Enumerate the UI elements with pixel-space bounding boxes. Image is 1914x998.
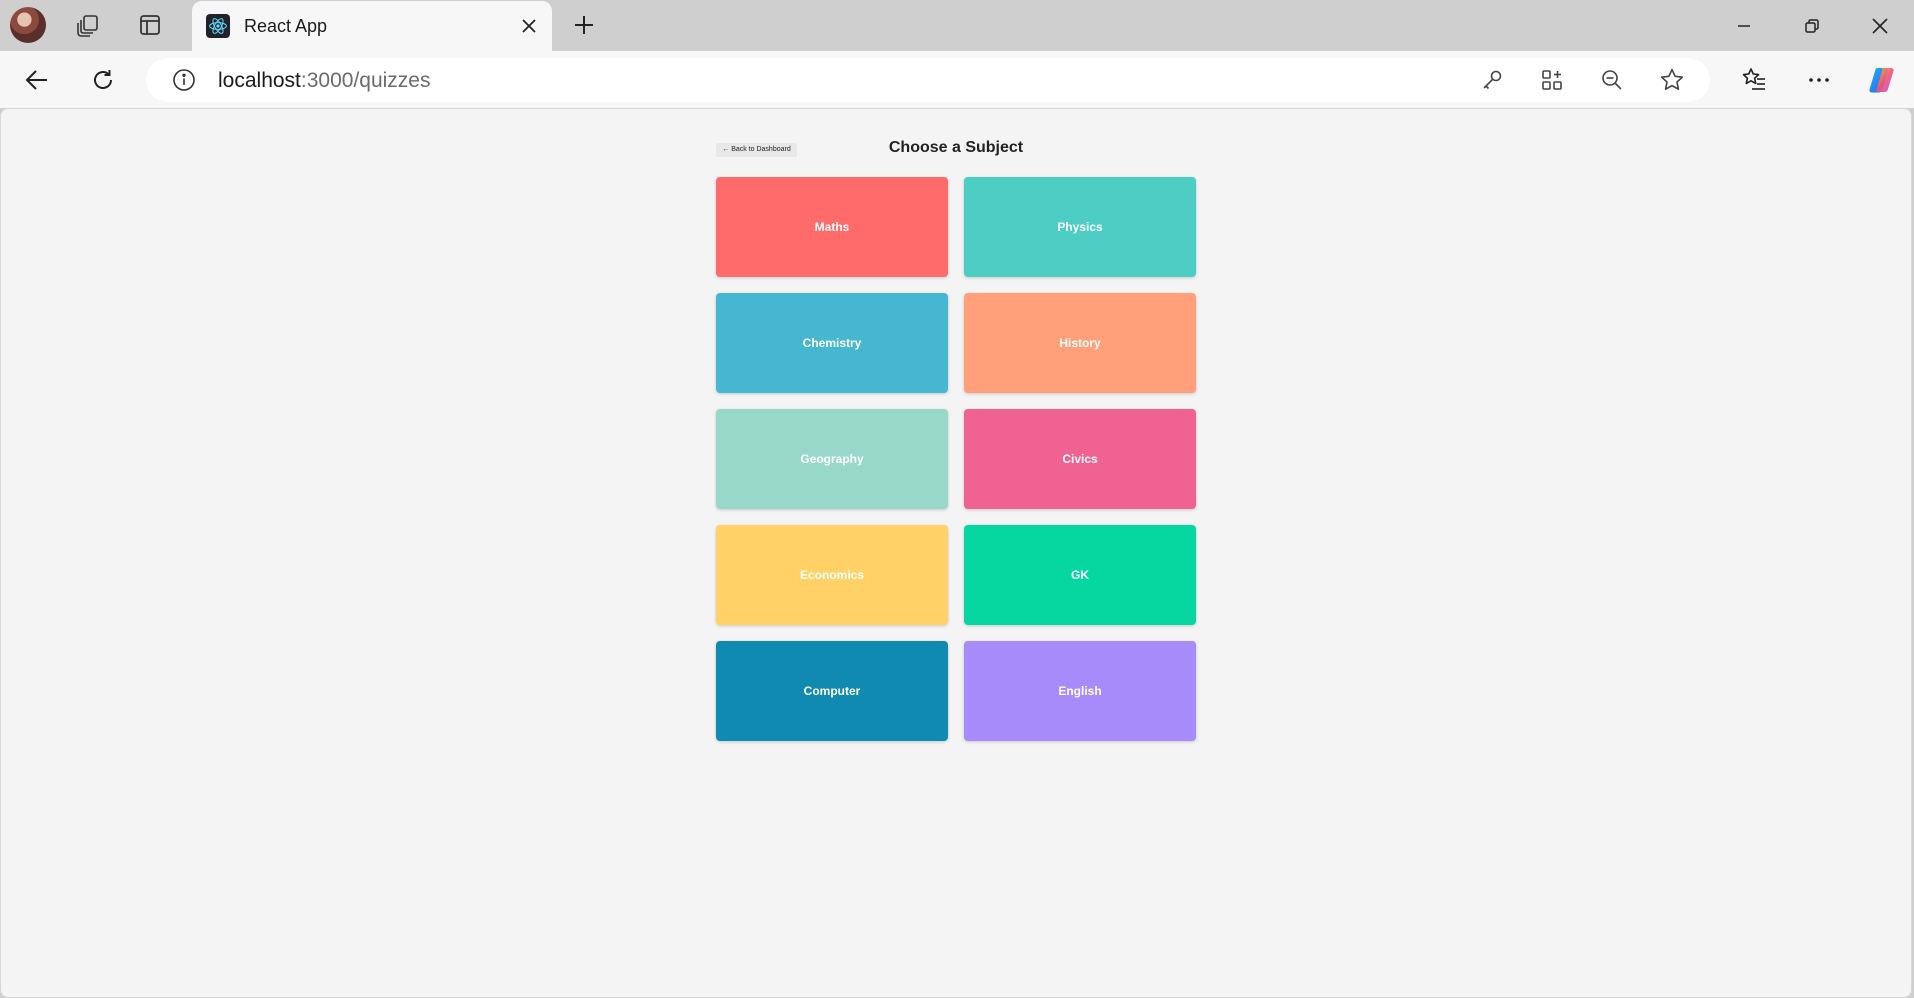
tab-react-app[interactable]: React App — [192, 1, 552, 51]
refresh-icon — [94, 70, 112, 89]
subject-label: Civics — [1062, 452, 1098, 466]
restore-icon — [1805, 18, 1819, 33]
copilot-icon — [1869, 68, 1894, 93]
passwords-button[interactable] — [1472, 63, 1512, 97]
subject-label: Physics — [1057, 220, 1103, 234]
workspaces-icon — [77, 15, 98, 37]
address-bar[interactable]: localhost:3000/quizzes — [146, 58, 1710, 102]
react-logo-icon — [206, 14, 230, 38]
subject-grid: Maths Physics Chemistry History Geograph… — [716, 177, 1196, 741]
favorites-list-icon — [1742, 68, 1765, 90]
refresh-button[interactable] — [81, 59, 125, 101]
subject-label: English — [1058, 684, 1102, 698]
more-options-button[interactable] — [1797, 59, 1841, 101]
favorites-button[interactable] — [1732, 59, 1776, 101]
profile-avatar[interactable] — [6, 6, 50, 44]
tab-title: React App — [244, 15, 328, 36]
subject-label: Maths — [814, 220, 850, 234]
url-host: localhost — [218, 69, 301, 92]
subject-card-physics[interactable]: Physics — [964, 177, 1196, 277]
close-window-button[interactable] — [1846, 0, 1914, 51]
favorite-button[interactable] — [1652, 63, 1692, 97]
subject-label: Computer — [803, 684, 861, 698]
subject-label: History — [1059, 336, 1101, 350]
key-icon — [1483, 70, 1502, 90]
site-info-button[interactable] — [164, 63, 204, 97]
page-viewport: ← Back to Dashboard Choose a Subject Mat… — [0, 108, 1912, 998]
apps-add-icon — [1542, 70, 1562, 90]
avatar — [10, 7, 46, 43]
star-icon — [1660, 68, 1684, 91]
subject-label: GK — [1071, 568, 1089, 582]
subject-card-gk[interactable]: GK — [964, 525, 1196, 625]
close-icon — [1872, 17, 1888, 34]
minimize-button[interactable] — [1710, 0, 1778, 51]
info-icon — [173, 69, 195, 91]
subject-card-computer[interactable]: Computer — [716, 641, 948, 741]
copilot-button[interactable] — [1860, 59, 1904, 101]
zoom-out-icon — [1602, 70, 1622, 90]
back-button[interactable] — [15, 59, 59, 101]
close-icon — [522, 19, 536, 33]
tab-close-button[interactable] — [516, 13, 542, 39]
zoom-button[interactable] — [1592, 63, 1632, 97]
quiz-subjects-page: ← Back to Dashboard Choose a Subject Mat… — [716, 129, 1196, 741]
subject-label: Geography — [800, 452, 864, 466]
subject-card-maths[interactable]: Maths — [716, 177, 948, 277]
subject-label: Economics — [799, 568, 865, 582]
subject-card-economics[interactable]: Economics — [716, 525, 948, 625]
tab-actions-button[interactable] — [128, 6, 172, 44]
restore-button[interactable] — [1778, 0, 1846, 51]
arrow-left-icon — [25, 70, 47, 90]
subject-card-chemistry[interactable]: Chemistry — [716, 293, 948, 393]
subject-label: Chemistry — [802, 336, 862, 350]
tab-strip: React App — [0, 0, 1914, 51]
subject-card-english[interactable]: English — [964, 641, 1196, 741]
url-path: :3000/quizzes — [300, 69, 431, 92]
vertical-tabs-icon — [140, 15, 160, 35]
page-header: ← Back to Dashboard Choose a Subject — [716, 129, 1196, 165]
apps-button[interactable] — [1532, 63, 1572, 97]
workspaces-button[interactable] — [66, 6, 110, 44]
more-icon — [1809, 78, 1829, 82]
subject-card-civics[interactable]: Civics — [964, 409, 1196, 509]
page-title: Choose a Subject — [888, 139, 1024, 156]
plus-icon — [575, 16, 593, 34]
subject-card-geography[interactable]: Geography — [716, 409, 948, 509]
new-tab-button[interactable] — [562, 6, 606, 44]
url-text[interactable]: localhost:3000/quizzes — [218, 69, 430, 93]
browser-toolbar: localhost:3000/quizzes — [0, 51, 1914, 108]
minimize-icon — [1738, 24, 1750, 27]
subject-card-history[interactable]: History — [964, 293, 1196, 393]
